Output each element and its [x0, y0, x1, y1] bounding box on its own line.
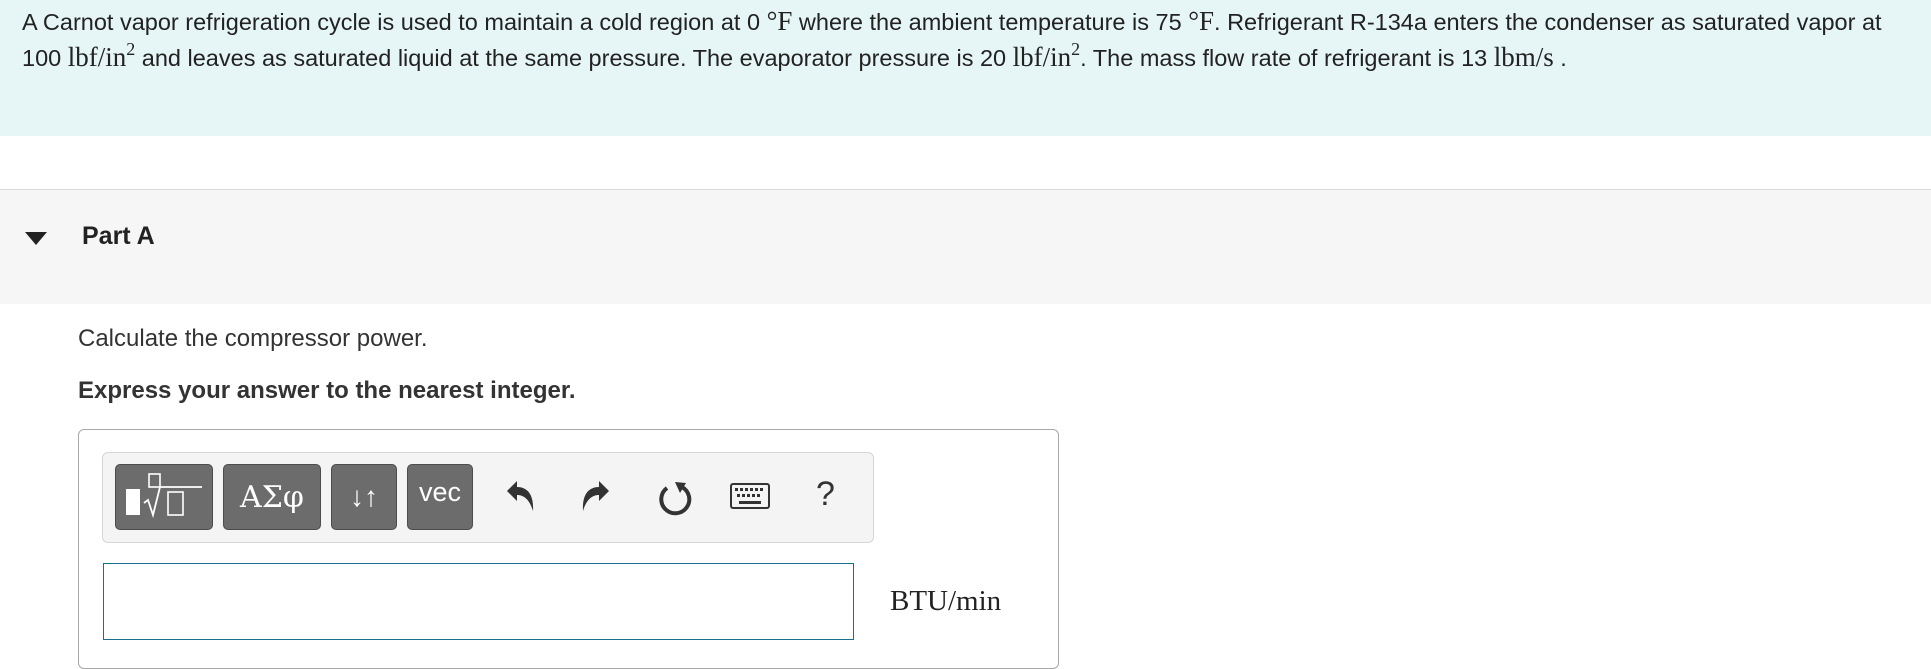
subscript-superscript-button[interactable]: ↓↑ [331, 464, 397, 530]
vector-button[interactable]: vec [407, 464, 473, 530]
greek-symbols-button[interactable]: ΑΣφ [223, 464, 321, 530]
part-a-header[interactable]: Part A [0, 189, 1931, 304]
unit-pressure: lbf/in [1012, 42, 1072, 72]
math-toolbar: ΑΣφ ↓↑ vec ? [102, 452, 874, 543]
problem-text: A Carnot vapor refrigeration cycle is us… [22, 9, 767, 35]
instruction-text: Express your answer to the nearest integ… [78, 377, 576, 404]
unit-pressure: lbf/in [67, 42, 127, 72]
spacer [0, 136, 1931, 189]
unit-fahrenheit: °F [766, 6, 793, 36]
reset-icon[interactable] [655, 477, 695, 519]
undo-icon[interactable] [503, 477, 537, 517]
collapse-caret-icon[interactable] [25, 232, 47, 245]
unit-exponent: 2 [126, 39, 136, 59]
unit-fahrenheit: °F [1188, 6, 1215, 36]
part-title: Part A [82, 222, 155, 250]
answer-input[interactable] [103, 563, 854, 640]
keyboard-icon[interactable] [730, 483, 770, 509]
problem-text: . The mass flow rate of refrigerant is 1… [1080, 45, 1494, 71]
help-icon[interactable]: ? [816, 475, 835, 514]
problem-text: where the ambient temperature is 75 [792, 9, 1189, 35]
unit-exponent: 2 [1071, 39, 1081, 59]
redo-icon[interactable] [579, 477, 613, 517]
answer-units: BTU/min [890, 585, 1002, 617]
templates-button[interactable] [115, 464, 213, 530]
unit-mass-flow: lbm/s [1493, 42, 1554, 72]
answer-panel: ΑΣφ ↓↑ vec ? BTU/min [78, 429, 1059, 669]
problem-statement: A Carnot vapor refrigeration cycle is us… [0, 0, 1931, 136]
problem-text: and leaves as saturated liquid at the sa… [135, 45, 1013, 71]
templates-icon [126, 473, 202, 519]
problem-text: . [1553, 45, 1567, 71]
question-text: Calculate the compressor power. [78, 325, 428, 352]
